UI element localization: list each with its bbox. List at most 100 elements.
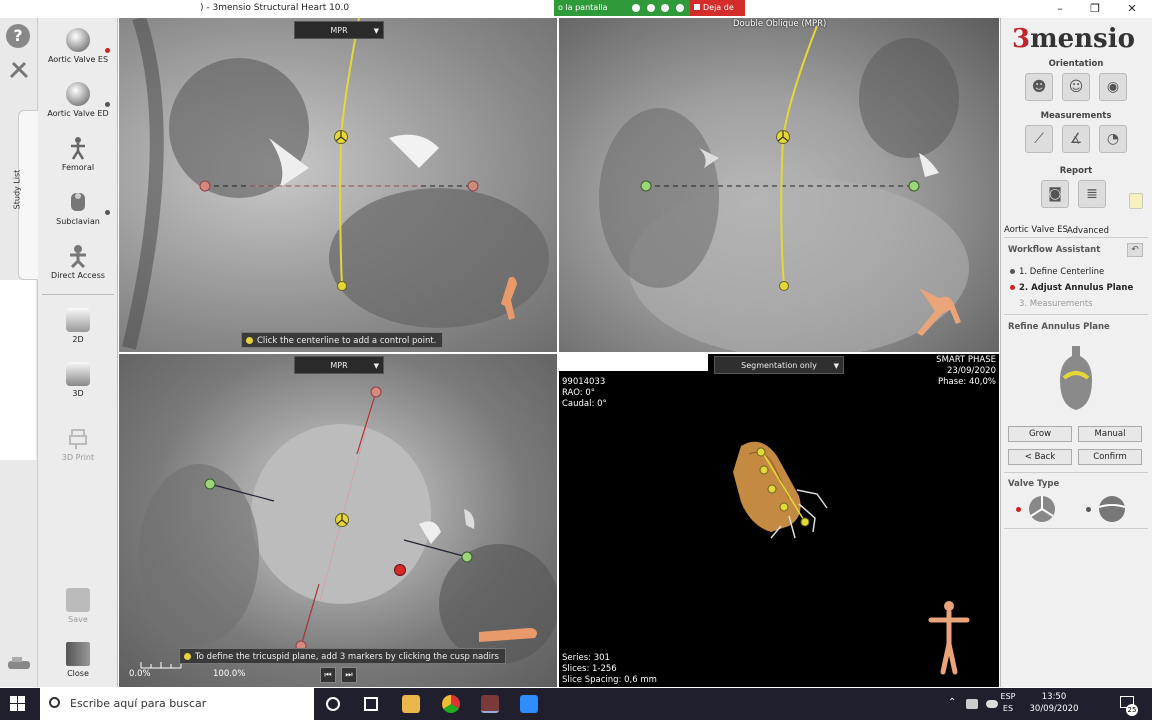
ruler-icon[interactable]: ⟋ [1025, 125, 1053, 153]
workflow-aortic-valve-es[interactable]: Aortic Valve ES [38, 28, 118, 64]
back-button[interactable]: < Back [1008, 449, 1072, 465]
3mensio-taskbar-icon[interactable] [481, 695, 499, 713]
workflow-assistant-heading: Workflow Assistant [1008, 245, 1101, 255]
taskbar-search-box[interactable]: Escribe aquí para buscar [40, 688, 314, 720]
rotation-handle-left[interactable] [204, 478, 216, 490]
valve-view-icon[interactable]: ◉ [1099, 73, 1127, 101]
centerline-end-point[interactable] [779, 281, 789, 291]
plane-handle-right[interactable] [467, 180, 479, 192]
viewport-bottom-left[interactable]: MPR ▼ To define the tricuspid plane, add … [119, 354, 557, 687]
lightbulb-icon [246, 337, 253, 344]
view-mode-label: 2D [72, 335, 84, 344]
save-label: Save [68, 615, 88, 624]
rotation-handle-top[interactable] [370, 386, 382, 398]
system-clock[interactable]: 13:50 30/09/2020 [1024, 691, 1084, 715]
area-icon[interactable]: ◔ [1099, 125, 1127, 153]
scanner-icon[interactable] [6, 655, 32, 673]
workflow-label: Direct Access [51, 271, 105, 280]
confirm-button[interactable]: Confirm [1078, 449, 1142, 465]
tab-advanced[interactable]: Advanced [1067, 226, 1109, 236]
body-icon [66, 136, 90, 160]
workflow-aortic-valve-ed[interactable]: Aortic Valve ED [38, 82, 118, 118]
minimize-button[interactable]: – [1050, 2, 1070, 16]
plane-handle-right[interactable] [908, 180, 920, 192]
centerline-end-point[interactable] [337, 281, 347, 291]
next-button[interactable]: ⏭ [341, 667, 357, 683]
save-button[interactable]: Save [38, 588, 118, 624]
cube-3d-icon [66, 362, 90, 386]
hint-bar: To define the tricuspid plane, add 3 mar… [179, 648, 506, 664]
view-mode-3d[interactable]: 3D [38, 362, 118, 398]
cusp-marker[interactable] [394, 564, 406, 576]
camera-icon[interactable] [661, 3, 670, 12]
heart-valve-icon [1056, 344, 1096, 414]
step-measurements: 3. Measurements [1019, 299, 1093, 309]
windows-start-icon[interactable] [10, 696, 26, 712]
viewport-label-dropdown[interactable]: MPR ▼ [294, 21, 384, 39]
orientation-figure-icon[interactable] [928, 601, 970, 675]
valve-type-radio-bicuspid[interactable] [1086, 507, 1091, 512]
workflow-femoral[interactable]: Femoral [38, 136, 118, 172]
camera-icon[interactable]: ◙ [1041, 180, 1069, 208]
tools-icon[interactable] [8, 58, 30, 80]
cortana-icon[interactable] [326, 697, 340, 711]
hint-text: To define the tricuspid plane, add 3 mar… [195, 652, 499, 662]
previous-button[interactable]: ⏮ [320, 667, 336, 683]
clock-date: 30/09/2020 [1029, 704, 1079, 714]
viewport-label: MPR [330, 26, 348, 35]
tab-aortic-valve-es[interactable]: Aortic Valve ES [1004, 225, 1068, 235]
pause-icon[interactable] [646, 3, 655, 12]
maximize-button[interactable]: ❐ [1085, 2, 1105, 16]
valve-icon [66, 28, 90, 52]
redacted-area [0, 280, 36, 460]
undo-icon[interactable]: ↶ [1127, 243, 1143, 257]
workflow-label: Aortic Valve ES [47, 55, 109, 64]
plane-handle-left[interactable] [199, 180, 211, 192]
skull-side-icon[interactable]: ☺ [1062, 73, 1090, 101]
bicuspid-valve-icon[interactable] [1097, 495, 1127, 523]
grow-button[interactable]: Grow [1008, 426, 1072, 442]
plane-handle-left[interactable] [640, 180, 652, 192]
search-icon [49, 697, 60, 708]
viewport-top-left[interactable]: MPR ▼ Click the centerline to add a contr… [119, 18, 557, 352]
stop-sharing-button[interactable]: Deja de [690, 0, 745, 16]
step-define-centerline[interactable]: 1. Define Centerline [1019, 267, 1104, 277]
workflow-subclavian[interactable]: Subclavian [38, 190, 118, 226]
app-logo: 3mensio [1012, 24, 1135, 54]
step-adjust-annulus-plane[interactable]: 2. Adjust Annulus Plane [1019, 283, 1133, 293]
tricuspid-valve-icon[interactable] [1027, 495, 1057, 523]
viewport-bottom-right[interactable]: Segmentation only ▼ 99014033 RAO: 0° Caud… [559, 354, 999, 687]
workflow-direct-access[interactable]: Direct Access [38, 244, 118, 280]
file-explorer-icon[interactable] [402, 695, 420, 713]
view-mode-3d-print[interactable]: 3D Print [38, 426, 118, 462]
viewport-label-dropdown[interactable]: MPR ▼ [294, 356, 384, 374]
angle-icon[interactable]: ∡ [1062, 125, 1090, 153]
aortic-root-model[interactable] [733, 441, 801, 532]
speaker-icon[interactable] [632, 3, 641, 12]
close-window-button[interactable]: ✕ [1122, 2, 1142, 16]
divider [42, 294, 114, 295]
help-icon[interactable]: ? [6, 24, 30, 48]
report-icon[interactable]: ≣ [1078, 180, 1106, 208]
notification-count: 25 [1126, 704, 1138, 716]
tray-chevron-icon[interactable]: ⌃ [948, 697, 956, 708]
view-mode-2d[interactable]: 2D [38, 308, 118, 344]
status-dot [105, 210, 110, 215]
task-view-icon[interactable] [364, 697, 378, 711]
tray-app-icon[interactable] [966, 699, 978, 709]
stop-icon[interactable] [675, 3, 684, 12]
manual-button[interactable]: Manual [1078, 426, 1142, 442]
viewport-top-right[interactable]: Double Oblique (MPR) [559, 18, 999, 352]
close-study-button[interactable]: Close [38, 642, 118, 678]
valve-type-radio-tricuspid[interactable] [1016, 507, 1021, 512]
skull-front-icon[interactable]: ☻ [1025, 73, 1053, 101]
study-list-tab[interactable]: Study List [12, 110, 38, 280]
rotation-handle-right[interactable] [461, 551, 473, 563]
chrome-icon[interactable] [442, 695, 460, 713]
zoom-icon[interactable] [520, 695, 538, 713]
view-mode-label: 3D Print [61, 453, 95, 462]
stop-square-icon [694, 4, 700, 10]
chevron-down-icon: ▼ [373, 27, 379, 35]
lightbulb-icon[interactable] [1129, 193, 1143, 209]
input-language[interactable]: ESP ES [994, 691, 1022, 715]
